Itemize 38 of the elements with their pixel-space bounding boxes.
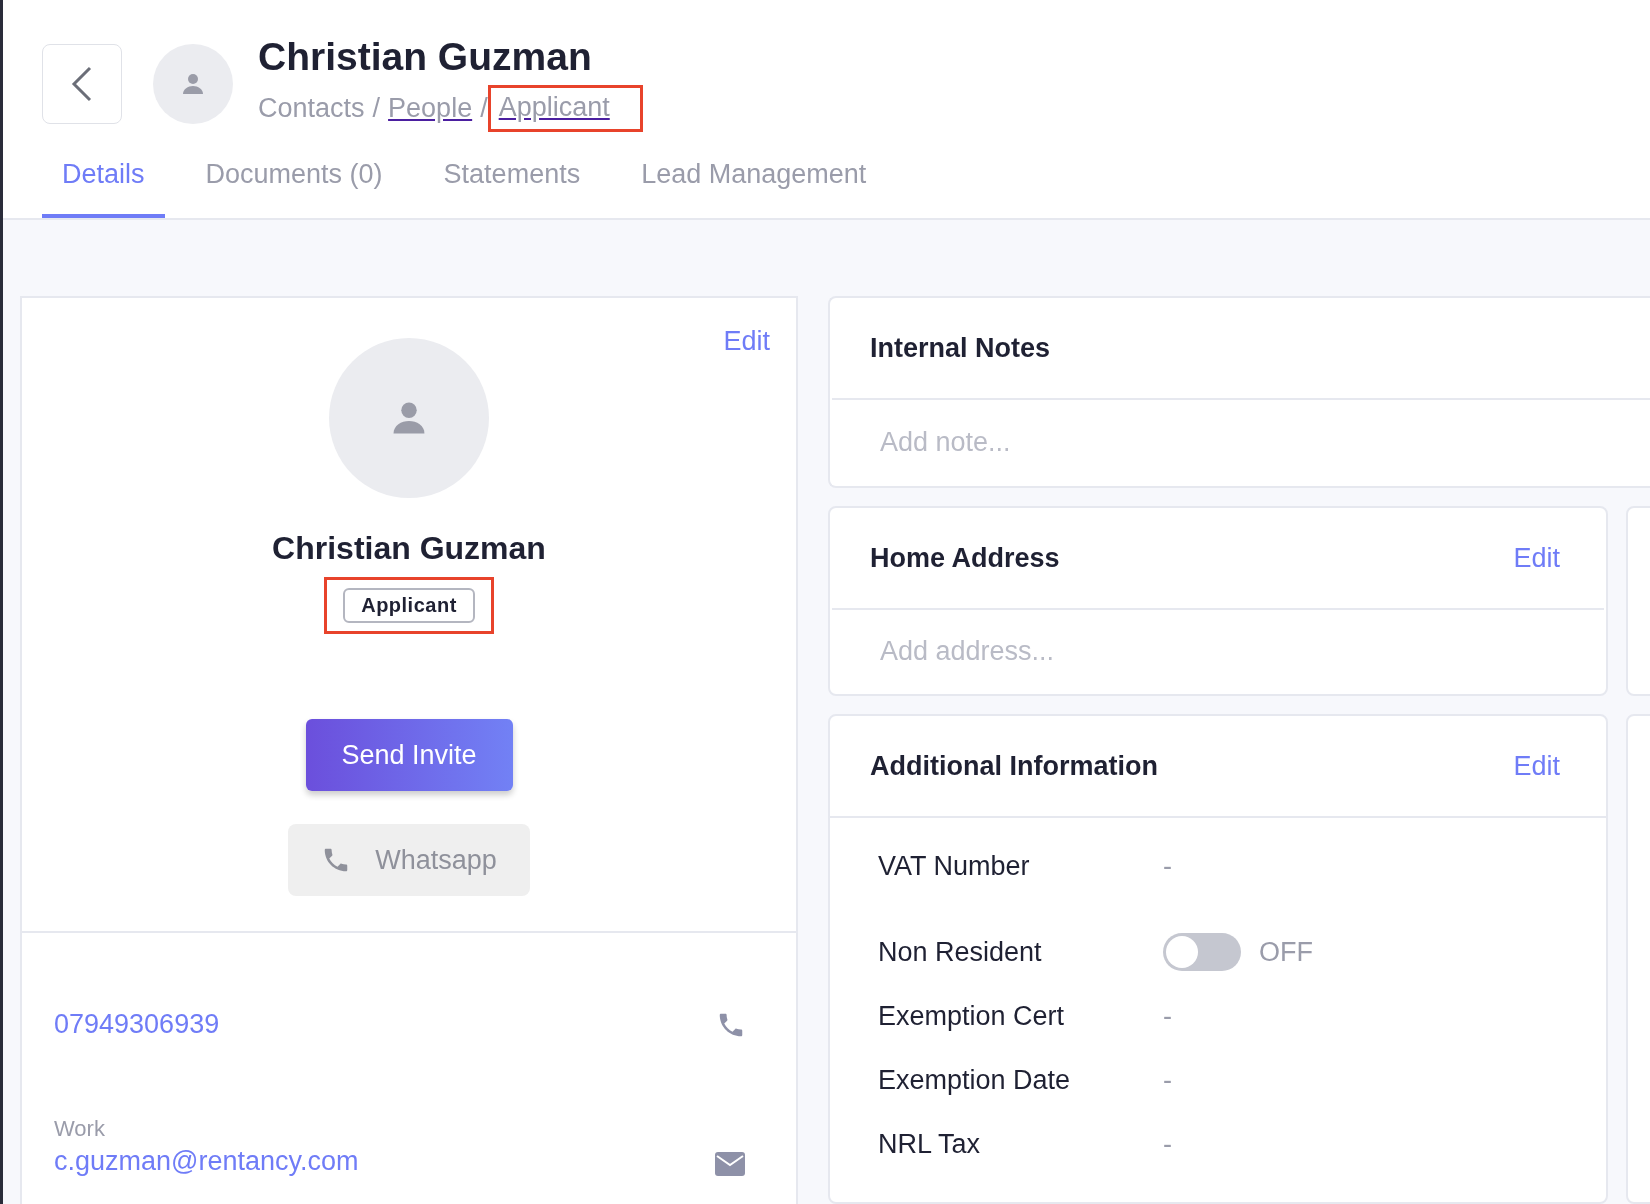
breadcrumb-separator: / (480, 92, 488, 124)
contact-label: Work (54, 1116, 106, 1142)
role-tag: Applicant (343, 588, 475, 623)
chevron-left-icon (71, 66, 93, 102)
contact-name: Christian Guzman (272, 530, 546, 567)
phone-link[interactable]: 07949306939 (54, 1009, 220, 1040)
page-title: Christian Guzman (258, 34, 593, 80)
field-label: NRL Tax (878, 1128, 982, 1160)
card-title: Home Address (870, 542, 1060, 574)
field-label: VAT Number (878, 850, 1031, 882)
field-value: - (1163, 1128, 1172, 1160)
field-value: - (1163, 1064, 1172, 1096)
card-title: Additional Information (870, 750, 1158, 782)
person-icon (392, 401, 426, 435)
breadcrumb-link[interactable]: People (388, 92, 473, 124)
edit-link[interactable]: Edit (1513, 750, 1560, 782)
card-title: Internal Notes (870, 332, 1051, 364)
edit-link[interactable]: Edit (1513, 542, 1560, 574)
breadcrumb-text: Contacts (258, 92, 365, 124)
edit-link[interactable]: Edit (723, 326, 770, 357)
envelope-icon[interactable] (714, 1151, 746, 1177)
field-value: - (1163, 850, 1172, 882)
email-link[interactable]: c.guzman@rentancy.com (54, 1146, 359, 1177)
field-label: Exemption Date (878, 1064, 1072, 1096)
field-label: Non Resident (878, 936, 1043, 968)
tab[interactable]: Statements (423, 159, 601, 218)
field-value: - (1163, 1000, 1172, 1032)
breadcrumb-separator: / (372, 92, 381, 124)
tab[interactable]: Documents (0) (185, 159, 403, 218)
back-button[interactable] (42, 44, 122, 124)
send-invite-button[interactable]: Send Invite (305, 719, 513, 791)
field-label: Exemption Cert (878, 1000, 1066, 1032)
tab[interactable]: Details (42, 159, 165, 218)
person-icon (182, 73, 204, 95)
tab[interactable]: Lead Management (621, 159, 887, 218)
toggle-switch[interactable] (1163, 933, 1241, 971)
toggle-state: OFF (1259, 936, 1313, 968)
breadcrumb-link[interactable]: Applicant (498, 91, 610, 123)
